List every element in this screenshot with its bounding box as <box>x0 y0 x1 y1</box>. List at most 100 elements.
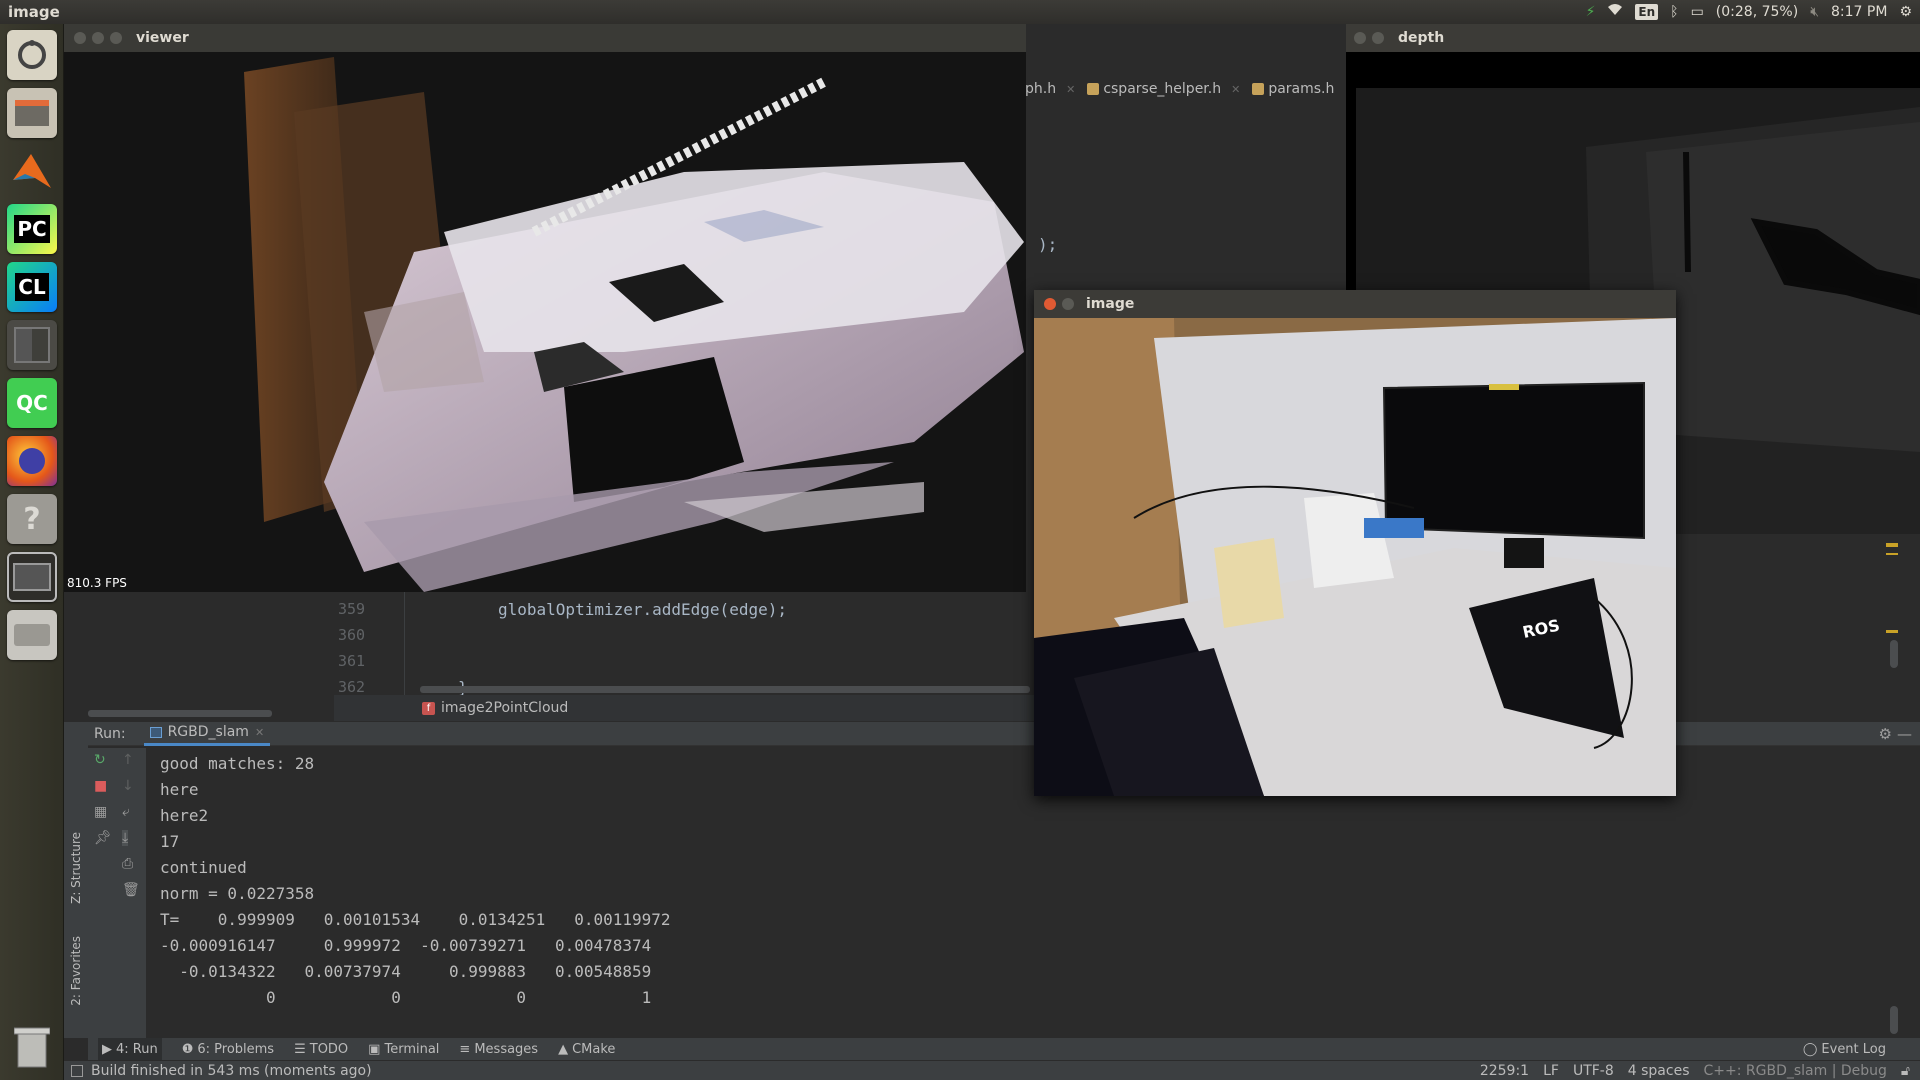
horizontal-scrollbar[interactable] <box>420 686 1030 693</box>
console-line: norm = 0.0227358 <box>160 884 315 903</box>
close-icon[interactable]: ✕ <box>1066 83 1075 96</box>
pin-icon[interactable]: 📌︎ <box>94 830 112 846</box>
tab-csparse-helper-h[interactable]: csparse_helper.h ✕ <box>1087 81 1240 97</box>
viewer-titlebar[interactable]: viewer <box>64 24 1026 52</box>
point-cloud-view[interactable] <box>64 52 1026 592</box>
terminal-tool-button[interactable]: ▣ Terminal <box>368 1042 439 1057</box>
close-icon[interactable] <box>74 32 86 44</box>
launcher-pycharm[interactable]: PC <box>7 204 57 254</box>
launcher-dash[interactable] <box>7 30 57 80</box>
error-stripe-mark <box>1886 543 1898 547</box>
print-icon[interactable]: ⎙ <box>122 856 133 872</box>
firefox-icon <box>19 448 45 474</box>
status-message[interactable]: Build finished in 543 ms (moments ago) <box>91 1063 372 1079</box>
console-toolbar: ↑ ↓ ⤶ ⤓ ⎙ 🗑︎ <box>116 748 146 1038</box>
maximize-icon[interactable] <box>110 32 122 44</box>
close-icon[interactable]: ✕ <box>1231 83 1240 96</box>
power-icon[interactable]: ⚡ <box>1586 0 1596 24</box>
run-tab-label: RGBD_slam <box>167 724 249 740</box>
up-arrow-icon[interactable]: ↑ <box>122 752 134 768</box>
code-line[interactable]: globalOptimizer.addEdge(edge); <box>498 600 787 619</box>
event-log-button[interactable]: ◯ Event Log <box>1803 1038 1886 1060</box>
bottom-tool-strip: ▶ 4: Run ❶ 6: Problems ☰ TODO ▣ Terminal ≡ Me… <box>88 1038 1920 1060</box>
image-titlebar[interactable]: image <box>1034 290 1676 318</box>
down-arrow-icon[interactable]: ↓ <box>122 778 134 794</box>
minimize-icon[interactable]: — <box>1897 725 1912 743</box>
launcher-label: PC <box>14 215 50 243</box>
battery-status[interactable]: (0:28, 75%) <box>1716 4 1798 20</box>
drive-icon <box>14 624 50 646</box>
line-separator[interactable]: LF <box>1543 1063 1559 1079</box>
active-window-title: image <box>8 3 60 21</box>
keyboard-layout-indicator[interactable]: En <box>1635 4 1659 20</box>
gear-icon[interactable]: ⚙ <box>1899 0 1912 24</box>
caret-position[interactable]: 2259:1 <box>1480 1063 1529 1079</box>
file-encoding[interactable]: UTF-8 <box>1573 1063 1614 1079</box>
resolve-context[interactable]: C++: RGBD_slam | Debug <box>1704 1063 1887 1079</box>
ubuntu-logo-icon <box>18 40 46 69</box>
top-panel: image ⚡ En ᛒ ▭ (0:28, 75%) 🔇︎ 8:17 PM ⚙ <box>0 0 1920 24</box>
bluetooth-icon[interactable]: ᛒ <box>1670 0 1678 24</box>
soft-wrap-icon[interactable]: ⤶ <box>122 804 130 820</box>
launcher-image-window[interactable] <box>7 552 57 602</box>
gear-icon[interactable]: ⚙ <box>1879 725 1892 743</box>
launcher-files[interactable] <box>7 88 57 138</box>
close-icon[interactable]: ✕ <box>255 726 264 739</box>
tool-label: 4: Run <box>116 1041 158 1057</box>
launcher-firefox[interactable] <box>7 436 57 486</box>
todo-tool-button[interactable]: ☰ TODO <box>294 1042 348 1057</box>
volume-muted-icon[interactable]: 🔇︎ <box>1810 0 1819 24</box>
messages-icon: ≡ <box>459 1041 471 1057</box>
rerun-icon[interactable]: ↻ <box>94 752 106 768</box>
battery-icon[interactable]: ▭ <box>1691 0 1704 24</box>
error-stripe-mark <box>1886 630 1898 633</box>
minimize-icon[interactable] <box>1062 298 1074 310</box>
messages-tool-button[interactable]: ≡ Messages <box>459 1042 538 1057</box>
status-bar: Build finished in 543 ms (moments ago) 2… <box>64 1060 1920 1080</box>
status-square-icon[interactable] <box>71 1064 83 1077</box>
editor-tabs: ph.h ✕ csparse_helper.h ✕ params.h <box>1025 75 1346 103</box>
structure-tool-button[interactable]: Z: Structure <box>69 832 83 904</box>
close-icon[interactable] <box>1354 32 1366 44</box>
info-icon: ❶ <box>181 1041 194 1057</box>
launcher-drive[interactable] <box>7 610 57 660</box>
breadcrumb-item[interactable]: image2PointCloud <box>441 700 568 716</box>
launcher-help[interactable]: ? <box>7 494 57 544</box>
launcher-matlab[interactable] <box>7 146 57 196</box>
code-editor[interactable]: 359 globalOptimizer.addEdge(edge); 360 3… <box>334 590 1034 697</box>
tab-params-h[interactable]: params.h <box>1252 81 1334 97</box>
launcher-trash[interactable] <box>7 1022 57 1072</box>
launcher: PC CL QC ? <box>0 24 64 1080</box>
launcher-clion[interactable]: CL <box>7 262 57 312</box>
close-icon[interactable] <box>1044 298 1056 310</box>
viewer-window[interactable]: viewer 810.3 FPS <box>64 24 1026 592</box>
launcher-label: QC <box>16 391 48 415</box>
clock[interactable]: 8:17 PM <box>1831 4 1887 20</box>
depth-titlebar[interactable]: depth <box>1346 24 1920 52</box>
launcher-qtcreator[interactable]: QC <box>7 378 57 428</box>
problems-tool-button[interactable]: ❶ 6: Problems <box>182 1042 274 1057</box>
minimize-icon[interactable] <box>92 32 104 44</box>
image-window[interactable]: image ROS <box>1034 290 1676 796</box>
wifi-icon[interactable] <box>1607 0 1623 24</box>
indent-setting[interactable]: 4 spaces <box>1628 1063 1690 1079</box>
lock-icon[interactable]: 🔓︎ <box>1901 1063 1910 1079</box>
trash-icon[interactable]: 🗑︎ <box>122 882 140 898</box>
scroll-to-end-icon[interactable]: ⤓ <box>122 830 129 846</box>
camera-image: ROS <box>1034 318 1676 796</box>
cmake-tool-button[interactable]: ▲ CMake <box>558 1042 615 1057</box>
tab-ph-h[interactable]: ph.h ✕ <box>1025 81 1075 97</box>
console-line: good matches: 28 <box>160 754 315 773</box>
minimize-icon[interactable] <box>1372 32 1384 44</box>
run-label: Run: <box>94 725 126 742</box>
launcher-workspaces[interactable] <box>7 320 57 370</box>
console-scrollbar[interactable] <box>1890 1006 1898 1034</box>
stop-icon[interactable]: ■ <box>94 778 107 794</box>
run-tool-button[interactable]: ▶ 4: Run <box>98 1038 162 1060</box>
tab-rgbd-slam[interactable]: RGBD_slam ✕ <box>143 722 271 746</box>
favorites-tool-button[interactable]: 2: Favorites <box>69 936 83 1006</box>
system-tray: ⚡ En ᛒ ▭ (0:28, 75%) 🔇︎ 8:17 PM ⚙ <box>1586 0 1912 24</box>
layout-icon[interactable]: ▦ <box>94 804 107 820</box>
editor-scrollbar[interactable] <box>1890 640 1898 668</box>
horizontal-scrollbar[interactable] <box>88 710 272 717</box>
